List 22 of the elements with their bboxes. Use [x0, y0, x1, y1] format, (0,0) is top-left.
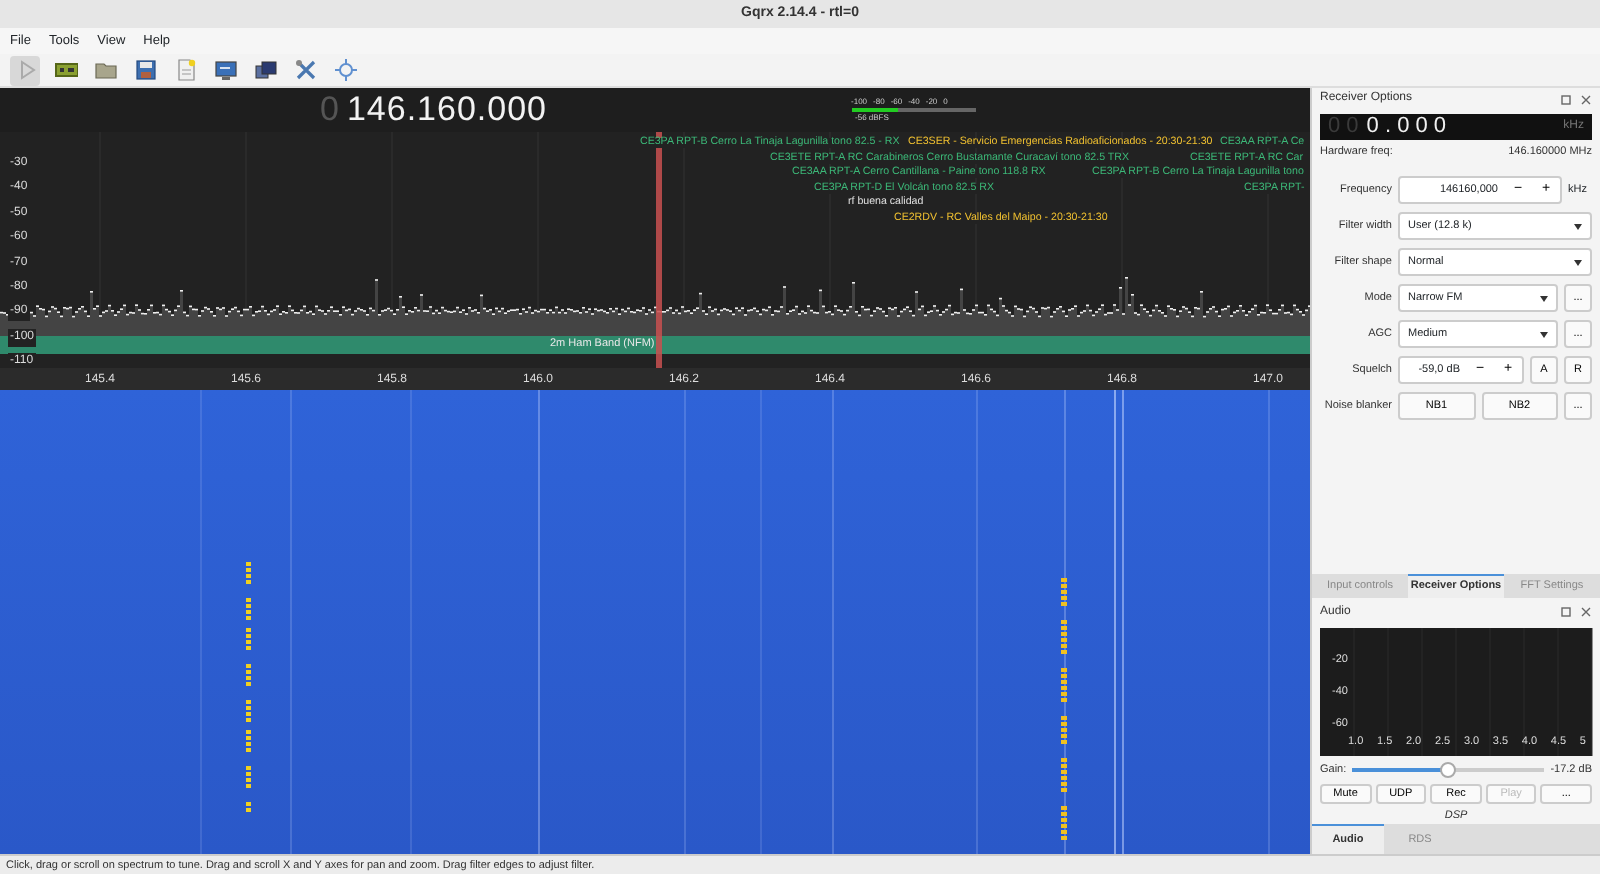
caret-icon — [1574, 223, 1582, 230]
float-icon[interactable] — [1560, 606, 1572, 619]
windows-icon — [253, 58, 277, 82]
monitor-button[interactable] — [210, 55, 240, 85]
floppy-disk-button[interactable] — [130, 55, 160, 85]
folder-icon — [93, 58, 117, 82]
close-icon[interactable] — [1580, 606, 1592, 619]
tools-button[interactable] — [290, 55, 320, 85]
caret-icon — [1540, 295, 1548, 302]
crosshair-icon — [333, 58, 357, 82]
frequency-readout[interactable]: 146.160.000 — [346, 84, 548, 136]
windows-button[interactable] — [250, 55, 280, 85]
gain-slider-thumb[interactable] — [1440, 762, 1457, 779]
caret-icon — [1574, 259, 1582, 266]
float-icon[interactable] — [1560, 93, 1572, 105]
caret-icon — [1540, 331, 1548, 338]
close-icon[interactable] — [1580, 93, 1592, 105]
tools-icon — [293, 58, 317, 82]
circuit-board-icon — [53, 58, 77, 82]
frequency-display-value[interactable]: 0 . 0 0 0 — [1366, 110, 1447, 144]
gain-slider-track[interactable] — [1352, 768, 1545, 773]
crosshair-button[interactable] — [330, 55, 360, 85]
